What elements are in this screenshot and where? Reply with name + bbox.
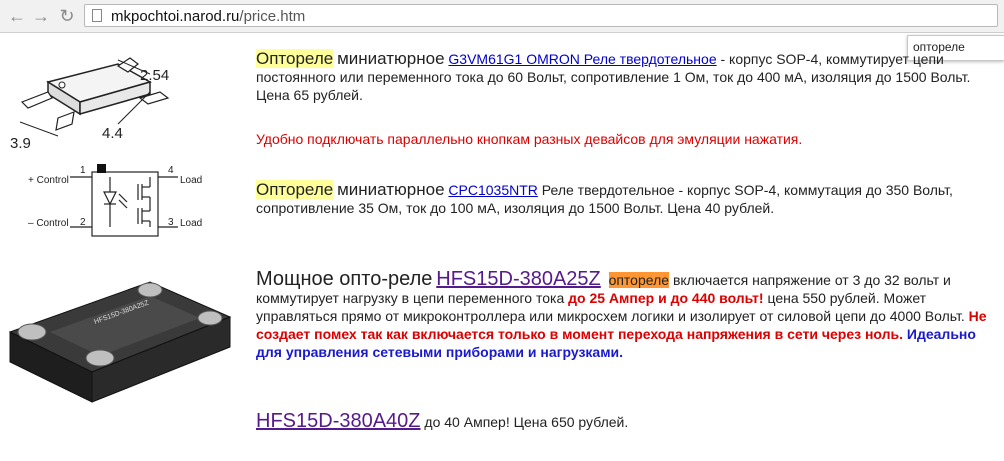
ssr-module-image: HFS15D-380A25Z (8, 281, 232, 403)
item-g3vm61g1: Оптореле миниатюрное G3VM61G1 OMRON Реле… (256, 49, 1001, 104)
load-bottom-label: Load (180, 218, 202, 229)
item3-title: Мощное опто-реле (256, 268, 433, 290)
pin1-label: 1 (80, 165, 86, 176)
item1-note: Удобно подключать параллельно кнопкам ра… (256, 131, 803, 147)
url-host: mkpochtoi.narod.ru (111, 8, 240, 25)
plus-control-label: + Control (28, 175, 69, 186)
pin1-marker-icon (97, 164, 106, 173)
link-cpc1035ntr[interactable]: CPC1035NTR (448, 182, 537, 198)
browser-toolbar: ← → ↻ mkpochtoi.narod.ru/price.htm (0, 0, 1004, 33)
find-highlight: Оптореле (256, 49, 334, 68)
item-hfs15d-380a25z: Мощное опто-реле HFS15D-380A25Z оптореле… (256, 268, 1001, 361)
active-find-highlight: оптореле (608, 272, 670, 288)
pin2-label: 2 (80, 217, 86, 228)
page-icon (92, 9, 102, 22)
link-hfs15d-380a25z[interactable]: HFS15D-380A25Z (436, 268, 601, 290)
item-cpc1035ntr: Оптореле миниатюрное CPC1035NTR Реле тве… (256, 180, 1001, 217)
sop4-package-diagram: 2.54 3.9 4.4 1 2 3 4 + Control – Control… (10, 57, 202, 237)
relay-schematic-icon (70, 171, 178, 237)
item3-red1: до 25 Ампер и до 440 вольт! (568, 290, 764, 306)
minus-control-label: – Control (28, 218, 69, 229)
item4-description: до 40 Ампер! Цена 650 рублей. (424, 414, 629, 430)
back-icon[interactable]: ← (6, 6, 28, 26)
dim-right-label: 4.4 (102, 125, 123, 142)
item-adjective: миниатюрное (337, 180, 445, 199)
link-g3vm61g1[interactable]: G3VM61G1 OMRON Реле твердотельное (448, 51, 716, 67)
dim-top-label: 2.54 (140, 67, 169, 84)
forward-icon[interactable]: → (30, 6, 52, 26)
find-highlight: Оптореле (256, 180, 334, 199)
pin3-label: 3 (168, 217, 174, 228)
load-top-label: Load (180, 175, 202, 186)
url-text: mkpochtoi.narod.ru/price.htm (111, 8, 305, 25)
url-path: /price.htm (239, 8, 306, 25)
link-hfs15d-380a40z[interactable]: HFS15D-380A40Z (256, 410, 421, 432)
reload-icon[interactable]: ↻ (56, 6, 78, 26)
address-bar[interactable]: mkpochtoi.narod.ru/price.htm (84, 4, 998, 27)
item-hfs15d-380a40z: HFS15D-380A40Z до 40 Ампер! Цена 650 руб… (256, 410, 1001, 432)
pin4-label: 4 (168, 165, 174, 176)
item-adjective: миниатюрное (337, 49, 445, 68)
dim-left-label: 3.9 (10, 135, 31, 152)
